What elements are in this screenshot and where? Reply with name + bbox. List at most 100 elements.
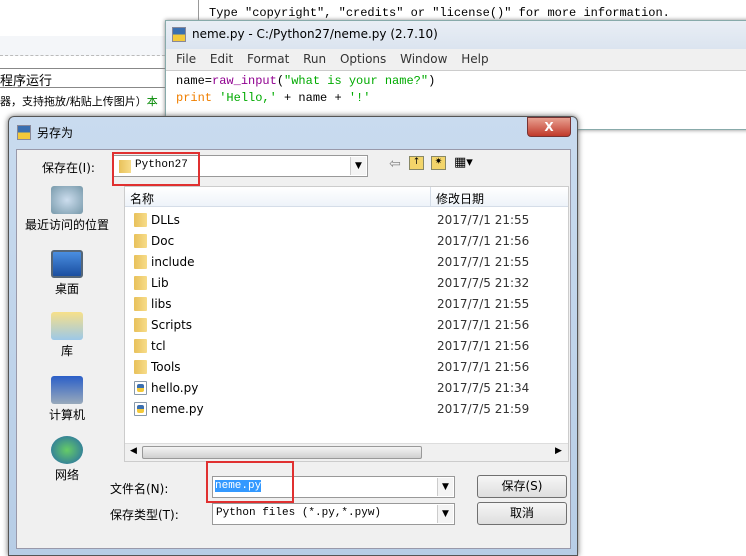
file-row[interactable]: tcl 2017/7/1 21:56 <box>125 336 565 357</box>
file-name: neme.py <box>151 402 204 416</box>
libraries-icon <box>51 312 83 340</box>
file-name: tcl <box>151 339 166 353</box>
folder-icon <box>134 360 147 374</box>
hint-link[interactable]: 本 <box>147 95 158 108</box>
file-date: 2017/7/1 21:55 <box>437 213 530 227</box>
shell-output: Type "copyright", "credits" or "license(… <box>209 6 670 20</box>
close-button[interactable]: X <box>527 117 571 137</box>
highlight-box-filename <box>206 461 294 503</box>
dialog-body: 保存在(I): Python27 ▼ ⇦ ↑ ✷ ▦▾ 最近访问的位置 桌面 库… <box>16 149 571 549</box>
file-date: 2017/7/5 21:34 <box>437 381 530 395</box>
file-row[interactable]: neme.py 2017/7/5 21:59 <box>125 399 565 420</box>
cancel-button[interactable]: 取消 <box>477 502 567 525</box>
file-date: 2017/7/1 21:55 <box>437 255 530 269</box>
file-date: 2017/7/1 21:55 <box>437 297 530 311</box>
filetype-dropdown[interactable]: Python files (*.py,*.pyw) ▼ <box>212 503 455 525</box>
idle-editor-window: neme.py - C:/Python27/neme.py (2.7.10) F… <box>165 20 746 130</box>
computer-icon <box>51 376 83 404</box>
place-label: 库 <box>60 344 73 358</box>
file-name: Scripts <box>151 318 193 332</box>
folder-icon <box>134 339 147 353</box>
python-file-icon <box>172 27 186 42</box>
editor-title-bar: neme.py - C:/Python27/neme.py (2.7.10) <box>166 21 746 49</box>
python-file-icon <box>134 381 147 395</box>
column-header-date[interactable]: 修改日期 <box>430 187 568 207</box>
file-date: 2017/7/1 21:56 <box>437 318 530 332</box>
place-label: 计算机 <box>48 408 85 422</box>
network-icon <box>51 436 83 464</box>
code-line-1: name=raw_input("what is your name?") <box>176 74 436 88</box>
place-recent[interactable]: 最近访问的位置 <box>22 186 112 233</box>
recent-places-icon <box>51 186 83 214</box>
file-name: Tools <box>151 360 181 374</box>
back-icon[interactable]: ⇦ <box>389 156 401 172</box>
file-row[interactable]: include 2017/7/1 21:55 <box>125 252 565 273</box>
code-editor[interactable]: name=raw_input("what is your name?") pri… <box>176 73 435 107</box>
scrollbar-thumb[interactable] <box>142 446 422 459</box>
background-hint: 器，支持拖放/粘贴上传图片）本 <box>0 93 158 109</box>
python-app-icon <box>17 125 31 140</box>
background-toolbar <box>0 36 170 56</box>
place-desktop[interactable]: 桌面 <box>22 250 112 297</box>
menu-file[interactable]: File <box>176 52 196 66</box>
file-row[interactable]: DLLs 2017/7/1 21:55 <box>125 210 565 231</box>
file-name: hello.py <box>151 381 199 395</box>
view-menu-icon[interactable]: ▦▾ <box>454 155 473 170</box>
filename-label: 文件名(N): <box>110 482 169 496</box>
folder-icon <box>134 234 147 248</box>
menu-options[interactable]: Options <box>340 52 386 66</box>
desktop-icon <box>51 250 83 278</box>
file-row[interactable]: Doc 2017/7/1 21:56 <box>125 231 565 252</box>
file-row[interactable]: Tools 2017/7/1 21:56 <box>125 357 565 378</box>
menu-edit[interactable]: Edit <box>210 52 233 66</box>
editor-title: neme.py - C:/Python27/neme.py (2.7.10) <box>192 27 438 41</box>
file-date: 2017/7/5 21:32 <box>437 276 530 290</box>
highlight-box-folder <box>112 152 200 186</box>
place-libraries[interactable]: 库 <box>22 312 112 359</box>
scroll-right-icon[interactable]: ▶ <box>555 446 562 456</box>
menu-window[interactable]: Window <box>400 52 447 66</box>
file-name: libs <box>151 297 172 311</box>
background-title-text: 程序运行 <box>0 68 170 89</box>
python-file-icon <box>134 402 147 416</box>
chevron-down-icon[interactable]: ▼ <box>437 505 453 523</box>
up-folder-icon[interactable]: ↑ <box>409 156 424 170</box>
file-date: 2017/7/5 21:59 <box>437 402 530 416</box>
scroll-left-icon[interactable]: ◀ <box>130 446 137 456</box>
file-row[interactable]: hello.py 2017/7/5 21:34 <box>125 378 565 399</box>
file-row[interactable]: Lib 2017/7/5 21:32 <box>125 273 565 294</box>
place-network[interactable]: 网络 <box>22 436 112 483</box>
new-folder-icon[interactable]: ✷ <box>431 156 446 170</box>
file-row[interactable]: libs 2017/7/1 21:55 <box>125 294 565 315</box>
code-line-2: print 'Hello,' + name + '!' <box>176 91 371 105</box>
menu-run[interactable]: Run <box>303 52 326 66</box>
filetype-value: Python files (*.py,*.pyw) <box>216 507 382 519</box>
horizontal-scrollbar[interactable]: ◀ ▶ <box>125 443 568 461</box>
file-name: include <box>151 255 195 269</box>
file-name: DLLs <box>151 213 180 227</box>
folder-icon <box>134 318 147 332</box>
dialog-title: 另存为 <box>37 126 74 140</box>
file-date: 2017/7/1 21:56 <box>437 339 530 353</box>
save-in-label: 保存在(I): <box>42 161 95 175</box>
place-computer[interactable]: 计算机 <box>22 376 112 423</box>
place-label: 最近访问的位置 <box>24 218 109 232</box>
save-as-dialog: 另存为 X 保存在(I): Python27 ▼ ⇦ ↑ ✷ ▦▾ 最近访问的位… <box>8 116 578 556</box>
place-label: 桌面 <box>54 282 79 296</box>
menu-help[interactable]: Help <box>461 52 488 66</box>
file-date: 2017/7/1 21:56 <box>437 234 530 248</box>
editor-menu-bar: File Edit Format Run Options Window Help <box>166 49 746 71</box>
file-date: 2017/7/1 21:56 <box>437 360 530 374</box>
file-row[interactable]: Scripts 2017/7/1 21:56 <box>125 315 565 336</box>
file-name: Doc <box>151 234 175 248</box>
folder-icon <box>134 213 147 227</box>
chevron-down-icon[interactable]: ▼ <box>350 157 366 175</box>
folder-icon <box>134 255 147 269</box>
file-list[interactable]: 名称 修改日期 DLLs 2017/7/1 21:55 Doc 2017/7/1 21… <box>124 186 569 462</box>
filetype-label: 保存类型(T): <box>110 508 179 522</box>
folder-icon <box>134 297 147 311</box>
menu-format[interactable]: Format <box>247 52 289 66</box>
chevron-down-icon[interactable]: ▼ <box>437 478 453 496</box>
column-header-name[interactable]: 名称 <box>125 187 430 207</box>
save-button[interactable]: 保存(S) <box>477 475 567 498</box>
